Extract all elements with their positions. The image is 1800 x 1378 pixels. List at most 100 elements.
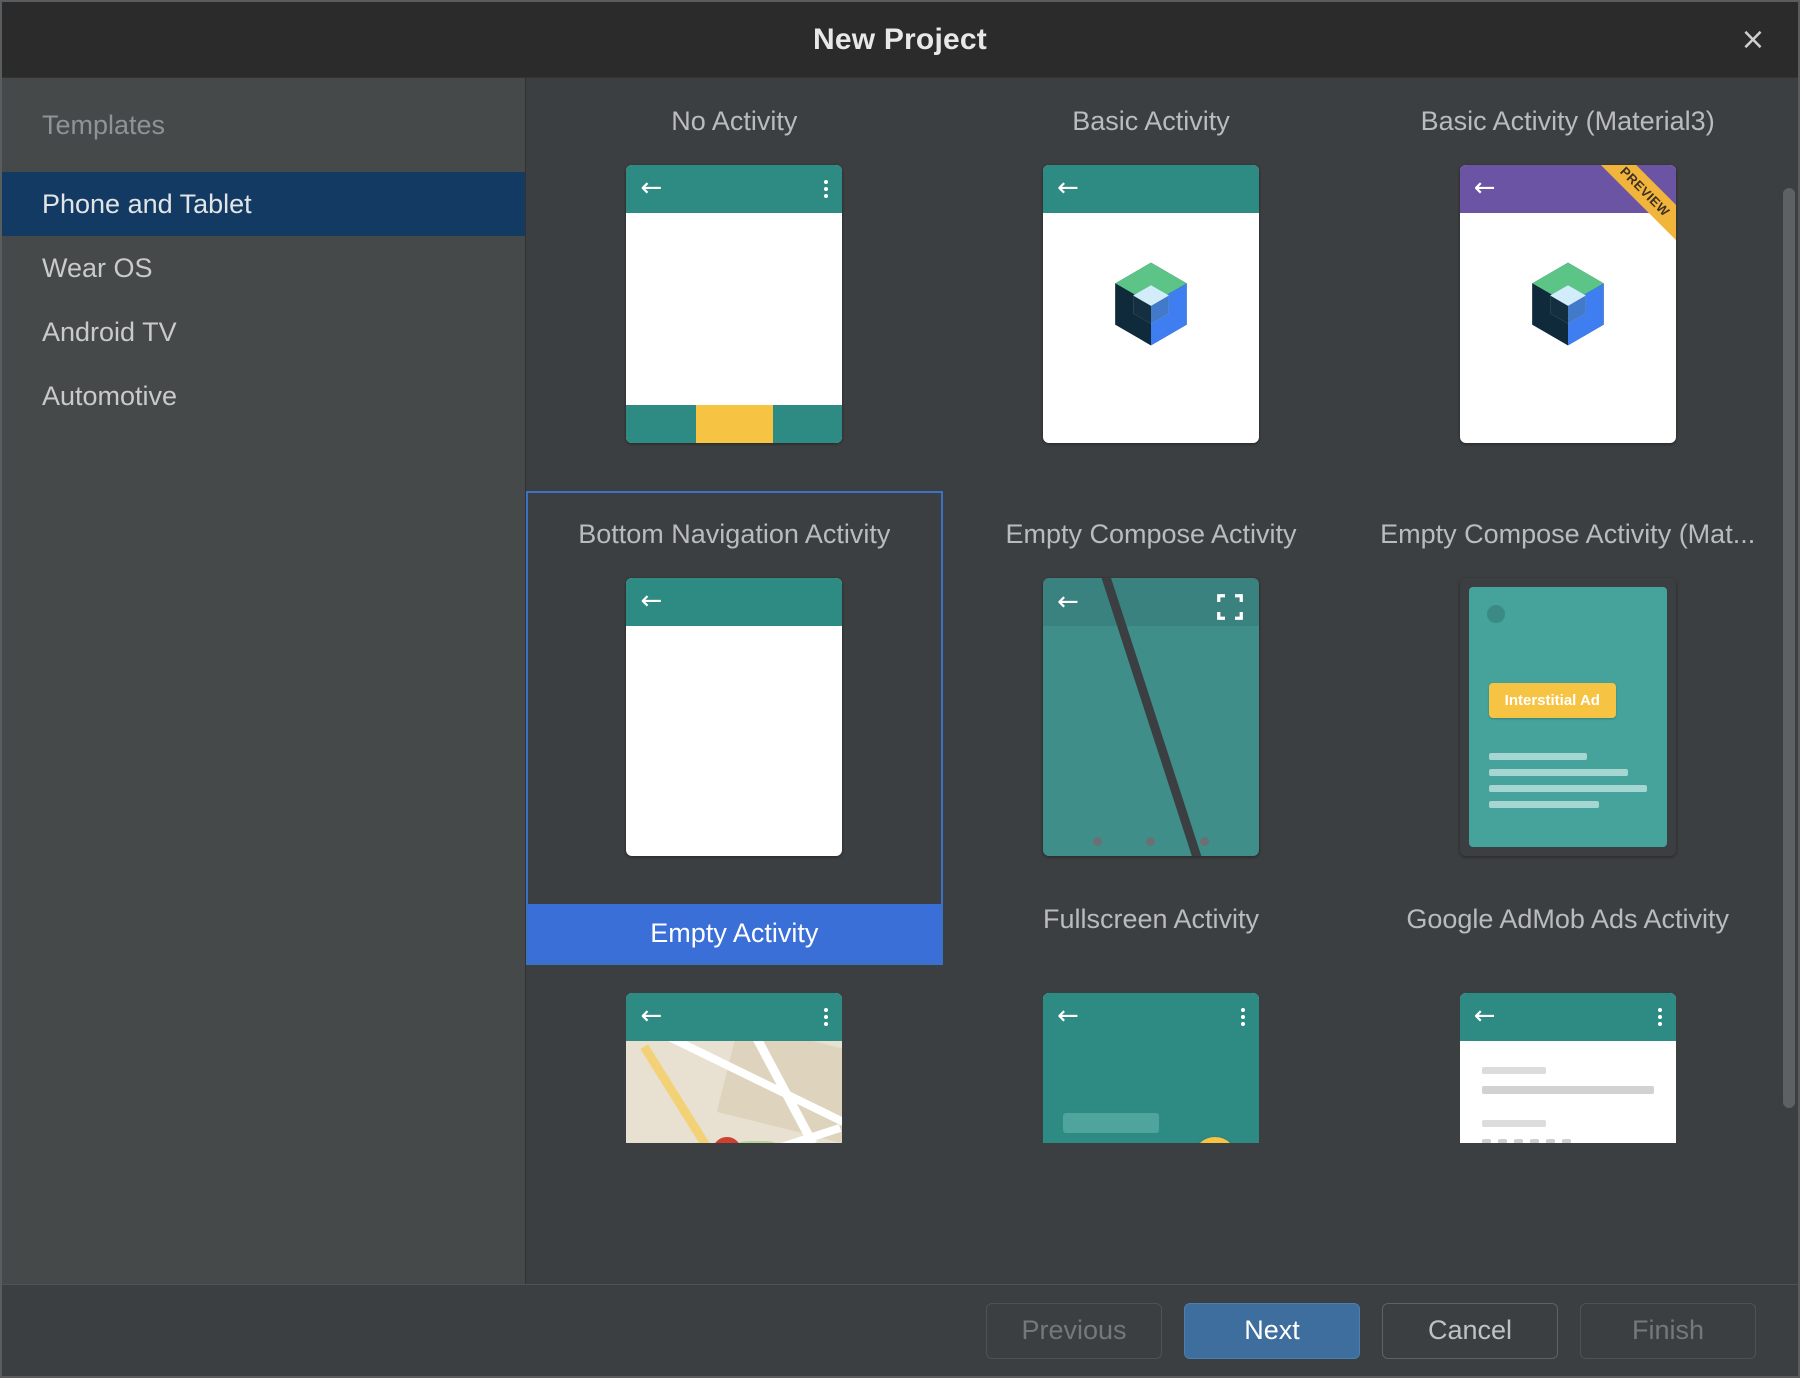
template-label-selected: Empty Activity: [528, 904, 941, 963]
back-arrow-icon: ←: [1057, 176, 1083, 202]
app-bar: ←: [1043, 993, 1259, 1041]
overflow-menu-icon: [1658, 1008, 1662, 1026]
template-card-login-activity[interactable]: ←: [1359, 965, 1776, 1169]
template-thumbnail: ← ★: [1043, 993, 1259, 1143]
phone-preview: ← ★: [1043, 993, 1259, 1143]
template-card-google-maps-activity[interactable]: ←: [526, 965, 943, 1169]
sidebar-item-label: Android TV: [42, 317, 177, 348]
template-thumbnail: ←: [626, 165, 842, 465]
dialog-title: New Project: [813, 23, 987, 57]
map-content: [626, 1041, 842, 1143]
template-thumbnail: ←: [626, 578, 842, 878]
template-thumbnail: ←: [1043, 578, 1259, 878]
title-placeholder: [1063, 1113, 1159, 1133]
template-label: Empty Compose Activity: [1005, 519, 1296, 550]
template-label: Basic Activity: [1072, 106, 1230, 137]
email-field-placeholder: [1482, 1086, 1654, 1094]
templates-scrollbar[interactable]: [1783, 188, 1795, 1108]
template-thumbnail: PREVIEW ←: [1460, 165, 1676, 465]
previous-button[interactable]: Previous: [986, 1303, 1162, 1359]
bottom-nav-item: [626, 405, 696, 443]
dialog-body: Templates Phone and Tablet Wear OS Andro…: [2, 78, 1798, 1284]
admob-screen: Interstitial Ad: [1469, 587, 1667, 847]
sidebar-header: Templates: [2, 78, 525, 172]
sidebar-item-android-tv[interactable]: Android TV: [2, 300, 525, 364]
bottom-nav-bar: [626, 405, 842, 443]
app-bar: ←: [626, 165, 842, 213]
template-thumbnail: Interstitial Ad: [1460, 578, 1676, 878]
back-arrow-icon: ←: [640, 589, 666, 615]
field-label-placeholder: [1482, 1067, 1546, 1074]
back-arrow-icon: ←: [1057, 1004, 1083, 1030]
template-thumbnail: ←: [1460, 993, 1676, 1143]
page-indicator-dots: [1043, 837, 1259, 846]
template-label: Empty Compose Activity (Mat...: [1380, 519, 1755, 550]
phone-preview: PREVIEW ←: [1460, 165, 1676, 443]
template-card-basic-activity-material3[interactable]: Basic Activity (Material3) PREVIEW ←: [1359, 78, 1776, 491]
app-bar: ←: [626, 993, 842, 1041]
jetpack-compose-logo-icon: [1104, 257, 1198, 351]
star-fab-icon: ★: [1193, 1137, 1237, 1143]
sidebar-item-wear-os[interactable]: Wear OS: [2, 236, 525, 300]
login-form: [1460, 1041, 1676, 1143]
app-bar: ←: [1043, 165, 1259, 213]
map-road: [641, 1044, 712, 1143]
template-thumbnail: ←: [626, 993, 842, 1143]
phone-preview: ←: [626, 578, 842, 856]
app-bar: ←: [626, 578, 842, 626]
overflow-menu-icon: [824, 1008, 828, 1026]
back-arrow-icon: ←: [640, 1004, 666, 1030]
phone-preview: ←: [1460, 993, 1676, 1143]
map-pin-icon: [712, 1137, 742, 1143]
template-label: Bottom Navigation Activity: [578, 519, 890, 550]
bottom-nav-item: [773, 405, 843, 443]
back-arrow-icon: ←: [1474, 176, 1500, 202]
overflow-menu-icon: [824, 180, 828, 198]
fullscreen-content: ←: [1043, 578, 1259, 856]
phone-preview: ←: [626, 993, 842, 1143]
password-field-placeholder: [1482, 1139, 1654, 1143]
template-card-list-detail-activity[interactable]: ← ★: [943, 965, 1360, 1169]
sidebar-item-automotive[interactable]: Automotive: [2, 364, 525, 428]
back-arrow-icon: ←: [1057, 590, 1083, 616]
finish-button[interactable]: Finish: [1580, 1303, 1756, 1359]
templates-grid: No Activity ←: [526, 78, 1776, 1169]
avatar-dot: [1487, 605, 1505, 623]
sidebar-item-label: Wear OS: [42, 253, 153, 284]
phone-preview: ←: [626, 165, 842, 443]
template-label-bottom: Google AdMob Ads Activity: [1406, 904, 1729, 935]
phone-preview: ←: [1043, 578, 1259, 856]
template-card-fullscreen-activity[interactable]: Empty Compose Activity ←: [943, 491, 1360, 965]
template-label: Basic Activity (Material3): [1421, 106, 1715, 137]
template-label: No Activity: [671, 106, 797, 137]
dialog-titlebar: New Project ×: [2, 2, 1798, 78]
fullscreen-expand-icon: [1215, 592, 1245, 622]
bottom-nav-item-active: [696, 405, 773, 443]
template-card-no-activity[interactable]: No Activity ←: [526, 78, 943, 491]
hero-header: ★: [1043, 1041, 1259, 1143]
next-button[interactable]: Next: [1184, 1303, 1360, 1359]
phone-preview: Interstitial Ad: [1460, 578, 1676, 856]
template-card-basic-activity[interactable]: Basic Activity ←: [943, 78, 1360, 491]
cancel-button[interactable]: Cancel: [1382, 1303, 1558, 1359]
dialog-footer: Previous Next Cancel Finish: [2, 1284, 1798, 1376]
sidebar-item-phone-and-tablet[interactable]: Phone and Tablet: [2, 172, 525, 236]
sidebar-item-label: Automotive: [42, 381, 177, 412]
close-icon[interactable]: ×: [1732, 19, 1774, 61]
jetpack-compose-logo-icon: [1521, 257, 1615, 351]
app-bar: ←: [1460, 993, 1676, 1041]
template-thumbnail: ←: [1043, 165, 1259, 465]
overflow-menu-icon: [1241, 1008, 1245, 1026]
template-label-bottom: Fullscreen Activity: [1043, 904, 1259, 935]
templates-sidebar: Templates Phone and Tablet Wear OS Andro…: [2, 78, 526, 1284]
templates-grid-pane[interactable]: No Activity ←: [526, 78, 1798, 1284]
phone-preview: ←: [1043, 165, 1259, 443]
sidebar-item-label: Phone and Tablet: [42, 189, 252, 220]
interstitial-ad-badge: Interstitial Ad: [1489, 683, 1616, 718]
template-card-empty-activity[interactable]: Bottom Navigation Activity ← Empty Activ…: [526, 491, 943, 965]
field-label-placeholder: [1482, 1120, 1546, 1127]
content-placeholder-lines: [1489, 753, 1647, 817]
back-arrow-icon: ←: [1474, 1004, 1500, 1030]
back-arrow-icon: ←: [640, 176, 666, 202]
template-card-google-admob-ads-activity[interactable]: Empty Compose Activity (Mat... Interstit…: [1359, 491, 1776, 965]
